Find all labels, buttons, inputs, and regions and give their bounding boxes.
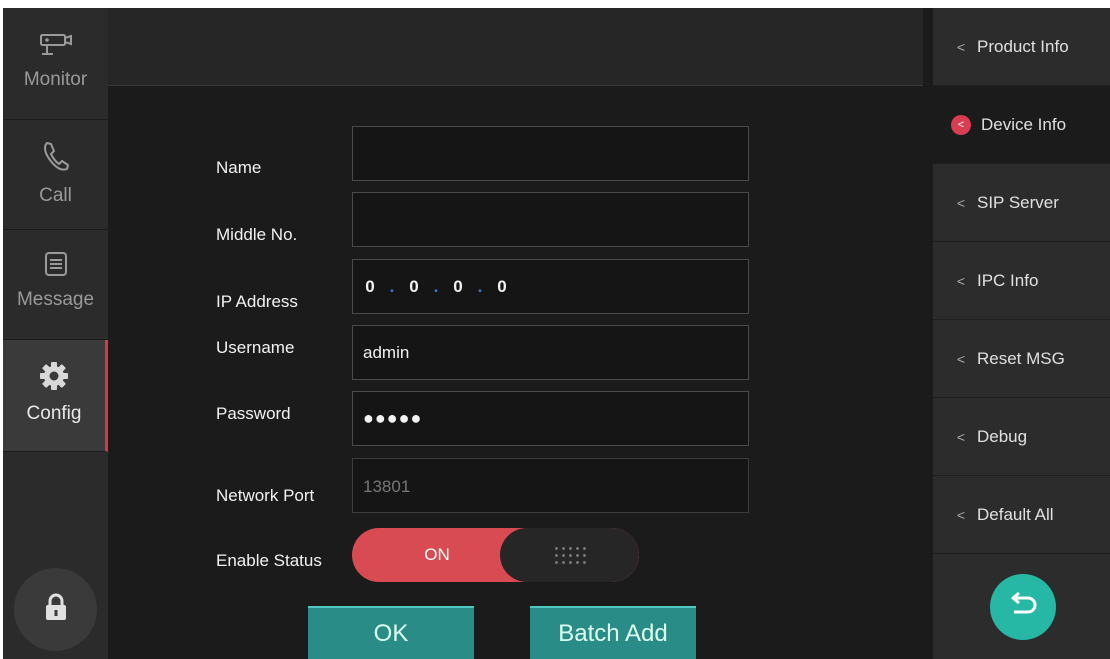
toggle-knob[interactable] xyxy=(500,528,639,582)
right-nav: < Product Info < Device Info < SIP Serve… xyxy=(933,8,1110,659)
ip-dot: . xyxy=(389,276,395,296)
message-icon xyxy=(43,250,69,283)
nav-call-label: Call xyxy=(39,185,72,206)
network-port-label: Network Port xyxy=(216,486,315,505)
ok-button[interactable]: OK xyxy=(308,606,474,659)
back-button[interactable] xyxy=(990,574,1056,640)
chevron-left-icon: < xyxy=(956,428,966,445)
nav-monitor-label: Monitor xyxy=(23,69,88,90)
toggle-on-label: ON xyxy=(424,545,450,564)
middle-no-field[interactable] xyxy=(352,192,749,247)
ip-segment-4[interactable]: 0 xyxy=(495,277,509,297)
menu-ipc-info[interactable]: < IPC Info xyxy=(933,242,1110,320)
password-label: Password xyxy=(216,404,291,423)
password-field[interactable]: ●●●●● xyxy=(352,391,749,446)
nav-message[interactable]: Message xyxy=(3,230,108,340)
chevron-left-icon: < xyxy=(956,506,966,523)
nav-message-label: Message xyxy=(16,289,95,310)
ip-address-label: IP Address xyxy=(216,292,298,311)
gear-icon xyxy=(38,360,70,397)
menu-device-info[interactable]: < Device Info xyxy=(933,86,1110,164)
menu-label: Default All xyxy=(977,504,1054,524)
left-nav: Monitor Call Message Config xyxy=(3,8,108,659)
menu-product-info[interactable]: < Product Info xyxy=(933,8,1110,86)
chevron-left-icon: < xyxy=(951,114,971,135)
ip-segment-3[interactable]: 0 xyxy=(451,277,465,297)
network-port-field[interactable]: 13801 xyxy=(352,458,749,513)
menu-label: IPC Info xyxy=(977,270,1039,290)
menu-label: Reset MSG xyxy=(977,348,1065,368)
enable-status-label: Enable Status xyxy=(216,551,322,570)
batch-add-button[interactable]: Batch Add xyxy=(530,606,696,659)
menu-label: SIP Server xyxy=(977,192,1059,212)
grip-icon xyxy=(552,545,587,565)
username-label: Username xyxy=(216,338,295,357)
device-info-form: Name Middle No. IP Address 0 . 0 . 0 . 0… xyxy=(108,86,923,659)
ip-segment-2[interactable]: 0 xyxy=(407,277,421,297)
menu-debug[interactable]: < Debug xyxy=(933,398,1110,476)
phone-icon xyxy=(41,140,71,179)
ip-dot: . xyxy=(433,276,439,296)
ip-segment-1[interactable]: 0 xyxy=(363,277,377,297)
enable-status-toggle[interactable]: ON xyxy=(352,528,639,582)
lock-button[interactable] xyxy=(14,568,97,651)
nav-call[interactable]: Call xyxy=(3,120,108,230)
chevron-left-icon: < xyxy=(956,272,966,289)
lock-icon xyxy=(43,592,69,627)
menu-label: Device Info xyxy=(981,114,1067,134)
middle-no-label: Middle No. xyxy=(216,225,298,244)
menu-label: Debug xyxy=(977,426,1028,446)
menu-label: Product Info xyxy=(977,36,1069,56)
username-field[interactable]: admin xyxy=(352,325,749,380)
back-arrow-icon xyxy=(1006,590,1040,625)
menu-reset-msg[interactable]: < Reset MSG xyxy=(933,320,1110,398)
nav-monitor[interactable]: Monitor xyxy=(3,8,108,120)
ip-address-field[interactable]: 0 . 0 . 0 . 0 xyxy=(352,259,749,314)
camera-icon xyxy=(39,32,73,63)
top-bar xyxy=(108,8,923,86)
name-field[interactable] xyxy=(352,126,749,181)
chevron-left-icon: < xyxy=(956,350,966,367)
app-screen: Monitor Call Message Config Name Middle … xyxy=(3,8,1110,659)
chevron-left-icon: < xyxy=(956,194,966,211)
menu-sip-server[interactable]: < SIP Server xyxy=(933,164,1110,242)
nav-config-label: Config xyxy=(26,403,82,424)
ip-dot: . xyxy=(477,276,483,296)
name-label: Name xyxy=(216,158,262,177)
nav-config[interactable]: Config xyxy=(3,340,108,452)
menu-default-all[interactable]: < Default All xyxy=(933,476,1110,554)
chevron-left-icon: < xyxy=(956,38,966,55)
